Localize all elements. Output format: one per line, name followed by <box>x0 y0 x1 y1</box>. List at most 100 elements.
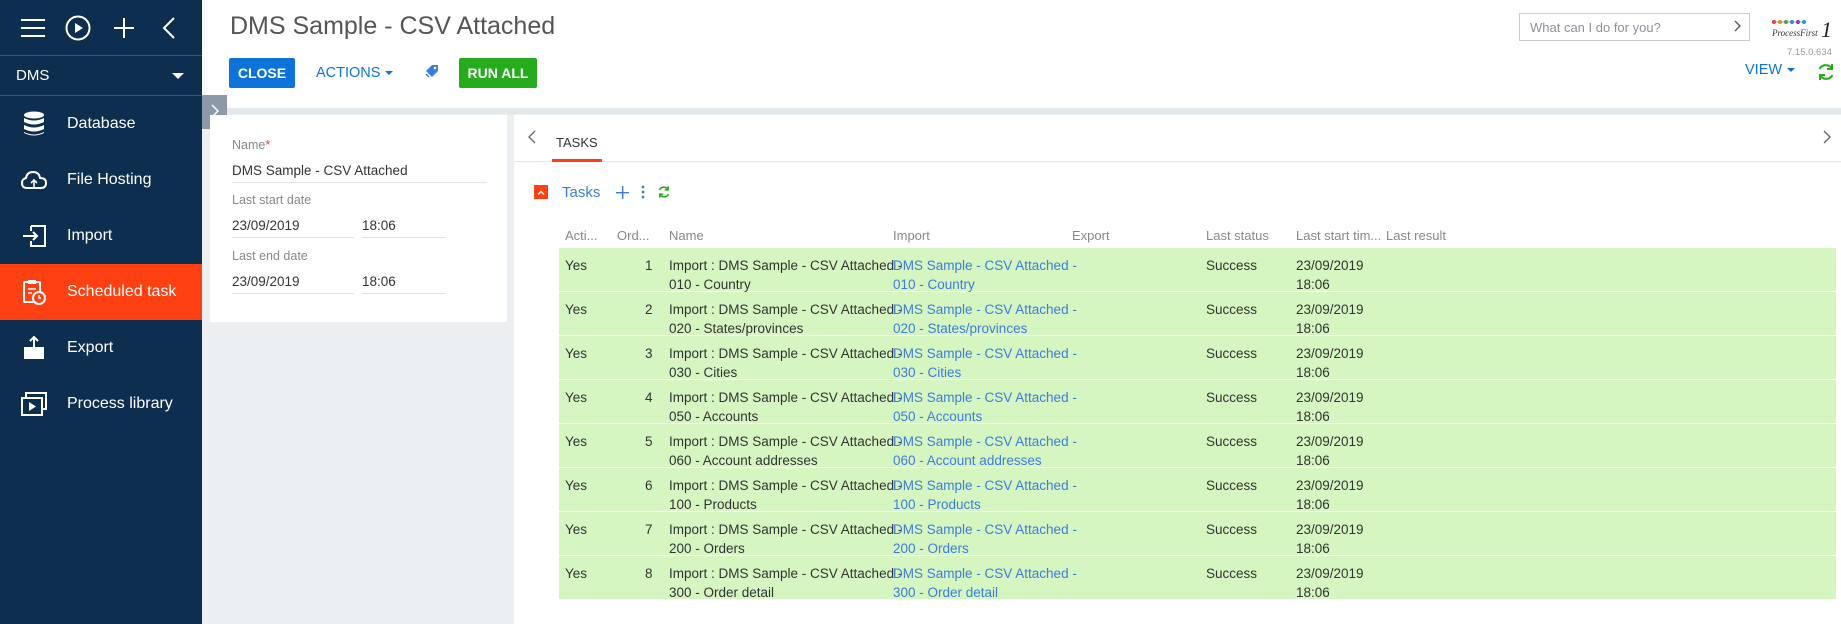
cell-import-link[interactable]: DMS Sample - CSV Attached -020 - States/… <box>893 300 1077 338</box>
tag-button[interactable] <box>420 58 444 88</box>
sidebar: DMS Database File Hosting Import Schedul… <box>0 0 202 624</box>
cell-order: 8 <box>645 566 653 581</box>
col-last-result[interactable]: Last result <box>1386 228 1446 243</box>
last-end-date-field[interactable]: 23/09/2019 <box>232 272 354 294</box>
cell-name: Import : DMS Sample - CSV Attached -030 … <box>669 346 903 380</box>
cell-import-link[interactable]: DMS Sample - CSV Attached -100 - Product… <box>893 476 1077 514</box>
cell-order: 4 <box>645 390 653 405</box>
cell-import-link[interactable]: DMS Sample - CSV Attached -010 - Country <box>893 256 1077 294</box>
cell-active: Yes <box>565 566 588 581</box>
cell-last-start-time: 23/09/2019 18:06 <box>1296 302 1364 336</box>
sidebar-item-database[interactable]: Database <box>0 96 202 152</box>
col-import[interactable]: Import <box>893 228 930 243</box>
cell-order: 3 <box>645 346 653 361</box>
cell-name: Import : DMS Sample - CSV Attached -020 … <box>669 302 903 336</box>
cell-order: 5 <box>645 434 653 449</box>
actions-button[interactable]: ACTIONS <box>312 58 397 88</box>
cell-active: Yes <box>565 302 588 317</box>
add-task-icon[interactable] <box>616 185 630 199</box>
table-row[interactable]: Yes 3 Import : DMS Sample - CSV Attached… <box>559 336 1836 380</box>
table-row[interactable]: Yes 5 Import : DMS Sample - CSV Attached… <box>559 424 1836 468</box>
cell-order: 6 <box>645 478 653 493</box>
sidebar-item-import[interactable]: Import <box>0 208 202 264</box>
cell-active: Yes <box>565 346 588 361</box>
collapse-detail-button[interactable] <box>534 185 548 199</box>
workspace-selector[interactable]: DMS <box>0 56 202 96</box>
import-icon <box>20 222 48 250</box>
cell-import-link[interactable]: DMS Sample - CSV Attached -300 - Order d… <box>893 564 1077 602</box>
plus-icon[interactable] <box>101 8 147 48</box>
cell-name: Import : DMS Sample - CSV Attached -050 … <box>669 390 903 424</box>
cell-import-link[interactable]: DMS Sample - CSV Attached -200 - Orders <box>893 520 1077 558</box>
tag-icon <box>425 64 439 82</box>
database-icon <box>20 110 48 138</box>
more-options-icon[interactable] <box>641 185 645 199</box>
cell-last-status: Success <box>1206 346 1258 361</box>
chevron-right-icon[interactable] <box>1823 130 1831 147</box>
table-row[interactable]: Yes 2 Import : DMS Sample - CSV Attached… <box>559 292 1836 336</box>
cell-import-link[interactable]: DMS Sample - CSV Attached -050 - Account… <box>893 388 1077 426</box>
sidebar-item-label: File Hosting <box>67 171 152 188</box>
sidebar-item-file-hosting[interactable]: File Hosting <box>0 152 202 208</box>
required-marker: * <box>265 138 271 152</box>
col-export[interactable]: Export <box>1072 228 1110 243</box>
tab-tasks[interactable]: TASKS <box>552 115 602 162</box>
caret-down-icon <box>1787 68 1796 73</box>
cell-last-status: Success <box>1206 522 1258 537</box>
process-library-icon <box>20 390 48 418</box>
col-last-status[interactable]: Last status <box>1206 228 1269 243</box>
sidebar-item-label: Scheduled task <box>67 283 177 300</box>
workspace-label: DMS <box>16 67 50 84</box>
export-icon <box>20 334 48 362</box>
last-start-time-field[interactable]: 18:06 <box>362 216 445 238</box>
tasks-detail-title[interactable]: Tasks <box>562 184 600 201</box>
cell-name: Import : DMS Sample - CSV Attached -010 … <box>669 258 903 292</box>
col-order[interactable]: Ord... <box>617 228 651 243</box>
svg-text:1: 1 <box>1821 17 1832 42</box>
sidebar-item-label: Export <box>67 339 114 356</box>
table-row[interactable]: Yes 4 Import : DMS Sample - CSV Attached… <box>559 380 1836 424</box>
sidebar-item-scheduled-task[interactable]: Scheduled task <box>0 264 202 320</box>
clipboard-clock-icon <box>20 278 48 306</box>
menu-icon[interactable] <box>10 8 56 48</box>
tasks-grid: Acti... Ord... Name Import Export Last s… <box>559 222 1836 600</box>
view-button[interactable]: VIEW <box>1745 62 1796 78</box>
cell-import-link[interactable]: DMS Sample - CSV Attached -060 - Account… <box>893 432 1077 470</box>
cell-active: Yes <box>565 478 588 493</box>
cell-last-status: Success <box>1206 258 1258 273</box>
play-icon[interactable] <box>56 8 102 48</box>
sidebar-item-export[interactable]: Export <box>0 320 202 376</box>
refresh-icon[interactable] <box>657 185 671 199</box>
search-input[interactable]: What can I do for you? <box>1530 20 1661 35</box>
sidebar-item-process-library[interactable]: Process library <box>0 376 202 432</box>
last-start-date-field[interactable]: 23/09/2019 <box>232 216 354 238</box>
brand-logo: ProcessFirst 1 <box>1768 10 1838 46</box>
chevron-left-icon[interactable] <box>528 130 536 147</box>
run-all-button[interactable]: RUN ALL <box>459 58 537 88</box>
grid-body: Yes 1 Import : DMS Sample - CSV Attached… <box>559 248 1836 600</box>
last-end-time-field[interactable]: 18:06 <box>362 272 445 294</box>
col-last-start-time[interactable]: Last start tim... <box>1296 228 1381 243</box>
caret-down-icon <box>385 71 394 75</box>
name-field[interactable]: DMS Sample - CSV Attached <box>232 161 487 183</box>
col-active[interactable]: Acti... <box>565 228 599 243</box>
chevron-left-icon[interactable] <box>147 8 193 48</box>
command-search[interactable]: What can I do for you? <box>1519 13 1750 41</box>
record-fields-panel: Name* DMS Sample - CSV Attached Last sta… <box>210 115 507 322</box>
close-button[interactable]: CLOSE <box>229 58 295 88</box>
table-row[interactable]: Yes 6 Import : DMS Sample - CSV Attached… <box>559 468 1836 512</box>
cell-last-start-time: 23/09/2019 18:06 <box>1296 522 1364 556</box>
table-row[interactable]: Yes 1 Import : DMS Sample - CSV Attached… <box>559 248 1836 292</box>
cell-last-start-time: 23/09/2019 18:06 <box>1296 346 1364 380</box>
sidebar-item-label: Process library <box>67 395 173 412</box>
col-name[interactable]: Name <box>669 228 704 243</box>
cell-name: Import : DMS Sample - CSV Attached -200 … <box>669 522 903 556</box>
cell-active: Yes <box>565 390 588 405</box>
cell-active: Yes <box>565 434 588 449</box>
table-row[interactable]: Yes 7 Import : DMS Sample - CSV Attached… <box>559 512 1836 556</box>
page-title: DMS Sample - CSV Attached <box>230 12 556 40</box>
refresh-icon[interactable] <box>1816 62 1838 84</box>
table-row[interactable]: Yes 8 Import : DMS Sample - CSV Attached… <box>559 556 1836 600</box>
cell-import-link[interactable]: DMS Sample - CSV Attached -030 - Cities <box>893 344 1077 382</box>
cell-last-start-time: 23/09/2019 18:06 <box>1296 478 1364 512</box>
